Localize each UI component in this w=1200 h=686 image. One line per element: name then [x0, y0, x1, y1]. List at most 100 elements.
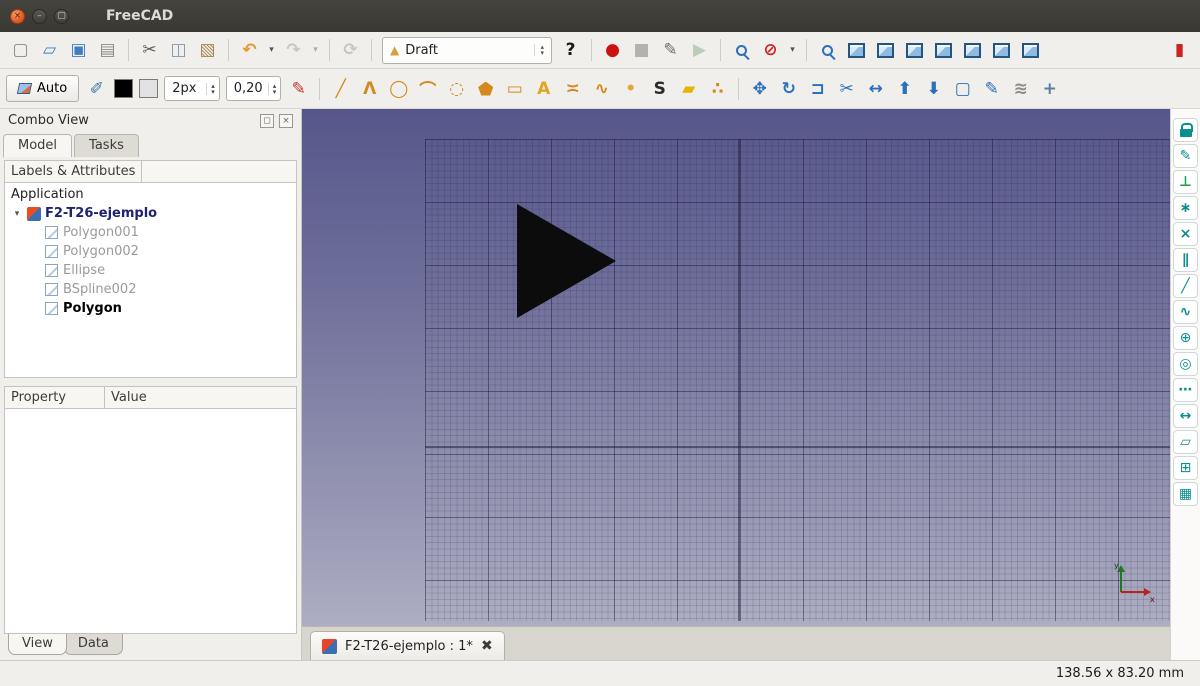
workbench-selector[interactable]: ▲Draft▴▾ — [382, 37, 552, 64]
close-panel-icon[interactable]: × — [279, 114, 293, 128]
tree-body[interactable]: Application ▾ F2-T26-ejemplo Polygon001P… — [5, 183, 296, 377]
tab-data[interactable]: Data — [64, 634, 123, 655]
face-color-swatch[interactable] — [139, 79, 158, 98]
draft-point-icon[interactable]: • — [617, 75, 644, 102]
view-fit-all-icon[interactable] — [814, 37, 841, 64]
snap-ortho-icon[interactable]: ⊕ — [1173, 326, 1198, 350]
draft-wire-icon[interactable]: Λ — [356, 75, 383, 102]
draft-stretch-icon[interactable]: ↔ — [862, 75, 889, 102]
snap-dimensions-icon[interactable]: ↔ — [1173, 404, 1198, 428]
snap-extension-icon[interactable]: ╱ — [1173, 274, 1198, 298]
clip-plane-icon[interactable]: ⊘ — [757, 37, 784, 64]
paste-icon[interactable]: ▧ — [194, 37, 221, 64]
draft-rotate-icon[interactable]: ↻ — [775, 75, 802, 102]
zoom-box-selection-icon[interactable] — [728, 37, 755, 64]
snap-parallel-icon[interactable]: ∥ — [1173, 248, 1198, 272]
polygon-shape[interactable] — [302, 109, 1170, 626]
macro-play-icon[interactable]: ▶ — [686, 37, 713, 64]
panel-splitter[interactable] — [0, 378, 301, 386]
tab-view[interactable]: View — [8, 634, 67, 655]
snap-perpendicular-icon[interactable]: ⊥ — [1173, 170, 1198, 194]
property-body[interactable] — [5, 409, 296, 633]
spinner-arrows-icon[interactable]: ▴▾ — [206, 83, 219, 95]
draft-trimex-icon[interactable]: ✂ — [833, 75, 860, 102]
snap-angle-icon[interactable]: ∗ — [1173, 196, 1198, 220]
draft-offset-icon[interactable]: ⊐ — [804, 75, 831, 102]
line-width-spinner[interactable]: 2px▴▾ — [164, 76, 220, 101]
draft-clone-icon[interactable]: ∴ — [704, 75, 731, 102]
redo-icon[interactable]: ↷ — [280, 37, 307, 64]
apply-style-icon[interactable]: ✎ — [285, 75, 312, 102]
window-maximize-button[interactable]: ▢ — [54, 9, 69, 24]
snap-endpoint-icon[interactable]: ✎ — [1173, 144, 1198, 168]
save-document-icon[interactable]: ▣ — [65, 37, 92, 64]
draft-add-point-icon[interactable]: + — [1036, 75, 1063, 102]
draft-upgrade-icon[interactable]: ⬆ — [891, 75, 918, 102]
toolbar-overflow-icon[interactable]: ▮ — [1166, 37, 1193, 64]
spinner-arrows-icon[interactable]: ▴▾ — [268, 83, 281, 95]
snap-near-icon[interactable]: ∿ — [1173, 300, 1198, 324]
print-document-icon[interactable]: ▤ — [94, 37, 121, 64]
working-plane-button[interactable]: Auto — [6, 75, 79, 102]
window-minimize-button[interactable]: – — [32, 9, 47, 24]
view-front-icon[interactable] — [872, 37, 899, 64]
draft-polygon-icon[interactable] — [472, 75, 499, 102]
view-rear-icon[interactable] — [959, 37, 986, 64]
text-scale-spinner[interactable]: 0,20▴▾ — [226, 76, 282, 101]
redo-dropdown-icon[interactable]: ▾ — [309, 37, 322, 64]
snap-lock-icon[interactable] — [1173, 118, 1198, 142]
new-document-icon[interactable]: ▢ — [7, 37, 34, 64]
tree-item-polygon001[interactable]: Polygon001 — [5, 223, 296, 242]
tab-model[interactable]: Model — [3, 134, 72, 157]
view-top-icon[interactable] — [901, 37, 928, 64]
view-right-icon[interactable] — [930, 37, 957, 64]
draft-bspline-icon[interactable]: ∿ — [588, 75, 615, 102]
view-axonometric-icon[interactable] — [843, 37, 870, 64]
draft-text-icon[interactable]: A — [530, 75, 557, 102]
tab-close-icon[interactable]: ✖ — [481, 638, 493, 654]
expander-icon[interactable]: ▾ — [11, 209, 23, 219]
tree-item-bspline002[interactable]: BSpline002 — [5, 280, 296, 299]
open-document-icon[interactable]: ▱ — [36, 37, 63, 64]
draft-circle-icon[interactable]: ◯ — [385, 75, 412, 102]
document-tab[interactable]: F2-T26-ejemplo : 1* ✖ — [310, 631, 505, 660]
view-left-icon[interactable] — [1017, 37, 1044, 64]
tree-item-polygon002[interactable]: Polygon002 — [5, 242, 296, 261]
undo-dropdown-icon[interactable]: ▾ — [265, 37, 278, 64]
tree-item-polygon[interactable]: Polygon — [5, 299, 296, 318]
view-bottom-icon[interactable] — [988, 37, 1015, 64]
whats-this-icon[interactable]: ? — [557, 37, 584, 64]
undo-icon[interactable]: ↶ — [236, 37, 263, 64]
snap-working-plane-icon[interactable]: ▱ — [1173, 430, 1198, 454]
draft-rectangle-icon[interactable]: ▭ — [501, 75, 528, 102]
tab-tasks[interactable]: Tasks — [74, 134, 139, 157]
draft-edit-icon[interactable]: ✎ — [978, 75, 1005, 102]
snap-intersection-icon[interactable]: × — [1173, 222, 1198, 246]
draft-shapestring-icon[interactable]: S — [646, 75, 673, 102]
3d-viewport[interactable]: y x — [302, 109, 1170, 626]
line-color-swatch[interactable] — [114, 79, 133, 98]
window-close-button[interactable]: × — [10, 9, 25, 24]
copy-icon[interactable]: ◫ — [165, 37, 192, 64]
draft-downgrade-icon[interactable]: ⬇ — [920, 75, 947, 102]
macro-edit-icon[interactable]: ✎ — [657, 37, 684, 64]
tree-item-ellipse[interactable]: Ellipse — [5, 261, 296, 280]
snap-center-icon[interactable]: ◎ — [1173, 352, 1198, 376]
draft-move-icon[interactable]: ✥ — [746, 75, 773, 102]
clip-dropdown-icon[interactable]: ▾ — [786, 37, 799, 64]
refresh-icon[interactable]: ⟳ — [337, 37, 364, 64]
draft-scale-icon[interactable]: ▢ — [949, 75, 976, 102]
macro-stop-icon[interactable]: ■ — [628, 37, 655, 64]
snap-special-icon[interactable]: ⋯ — [1173, 378, 1198, 402]
cut-icon[interactable]: ✂ — [136, 37, 163, 64]
draft-facebinder-icon[interactable]: ▰ — [675, 75, 702, 102]
toggle-grid-icon[interactable]: ▦ — [1173, 482, 1198, 506]
draft-ellipse-icon[interactable]: ◌ — [443, 75, 470, 102]
tree-item-document[interactable]: ▾ F2-T26-ejemplo — [5, 204, 296, 223]
draft-arc-icon[interactable]: ⌒ — [414, 75, 441, 102]
draft-shape2dview-icon[interactable]: ≋ — [1007, 75, 1034, 102]
macro-record-icon[interactable]: ● — [599, 37, 626, 64]
float-panel-icon[interactable]: ◻ — [260, 114, 274, 128]
toggle-construction-mode-icon[interactable]: ✐ — [83, 75, 110, 102]
snap-grid-icon[interactable]: ⊞ — [1173, 456, 1198, 480]
